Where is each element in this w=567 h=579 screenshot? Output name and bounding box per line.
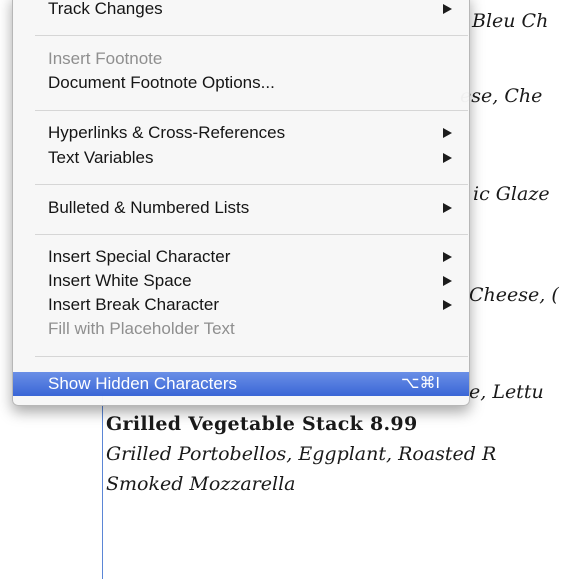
- menu-item-label: Show Hidden Characters: [48, 374, 237, 393]
- menu-item-insert-footnote[interactable]: Insert Footnote: [13, 48, 469, 70]
- menu-item-show-hidden-characters[interactable]: Show Hidden Characters ⌥⌘I: [13, 372, 469, 396]
- menu-item-fill-with-placeholder-text[interactable]: Fill with Placeholder Text: [13, 318, 469, 340]
- menu-item-label: Insert Break Character: [48, 295, 220, 314]
- menu-item-insert-special-character[interactable]: Insert Special Character: [13, 246, 469, 268]
- insert-menu: Track Changes Insert Footnote Document F…: [12, 0, 470, 406]
- menu-item-bulleted-numbered-lists[interactable]: Bulleted & Numbered Lists: [13, 197, 469, 219]
- submenu-arrow-icon: [443, 153, 452, 163]
- menu-item-insert-white-space[interactable]: Insert White Space: [13, 270, 469, 292]
- dish-heading: Grilled Vegetable Stack 8.99: [106, 413, 417, 435]
- submenu-arrow-icon: [443, 4, 452, 14]
- doc-fragment-1: Bleu Ch: [472, 10, 549, 32]
- keyboard-shortcut: ⌥⌘I: [401, 375, 440, 392]
- menu-separator: [35, 356, 468, 357]
- menu-item-label: Insert White Space: [48, 271, 192, 290]
- dish-price: 8.99: [370, 413, 418, 435]
- menu-item-hyperlinks-cross-references[interactable]: Hyperlinks & Cross-References: [13, 122, 469, 144]
- margin-guide: [102, 380, 103, 579]
- submenu-arrow-icon: [443, 300, 452, 310]
- menu-separator: [35, 184, 468, 185]
- menu-separator: [35, 110, 468, 111]
- submenu-arrow-icon: [443, 252, 452, 262]
- menu-item-label: Hyperlinks & Cross-References: [48, 123, 286, 142]
- menu-item-document-footnote-options[interactable]: Document Footnote Options...: [13, 72, 469, 94]
- dish-description-line-1: Grilled Portobellos, Eggplant, Roasted R: [106, 443, 497, 465]
- menu-item-text-variables[interactable]: Text Variables: [13, 147, 469, 169]
- menu-item-insert-break-character[interactable]: Insert Break Character: [13, 294, 469, 316]
- submenu-arrow-icon: [443, 128, 452, 138]
- menu-item-label: Insert Special Character: [48, 247, 231, 266]
- menu-item-label: Document Footnote Options...: [48, 73, 275, 92]
- dish-title: Grilled Vegetable Stack: [106, 413, 364, 435]
- submenu-arrow-icon: [443, 276, 452, 286]
- doc-fragment-4: Cheese, (: [469, 284, 559, 306]
- menu-item-track-changes[interactable]: Track Changes: [13, 0, 469, 20]
- menu-item-label: Text Variables: [48, 148, 154, 167]
- doc-fragment-2: ese, Che: [460, 85, 543, 107]
- submenu-arrow-icon: [443, 203, 452, 213]
- doc-fragment-3: ic Glaze: [473, 183, 550, 205]
- menu-item-label: Bulleted & Numbered Lists: [48, 198, 250, 217]
- menu-item-label: Insert Footnote: [48, 49, 163, 68]
- menu-item-label: Fill with Placeholder Text: [48, 319, 235, 338]
- menu-item-label: Track Changes: [48, 0, 163, 18]
- menu-separator: [35, 35, 468, 36]
- doc-fragment-5: e, Lettu: [469, 381, 544, 403]
- menu-separator: [35, 234, 468, 235]
- dish-description-line-2: Smoked Mozzarella: [106, 473, 296, 495]
